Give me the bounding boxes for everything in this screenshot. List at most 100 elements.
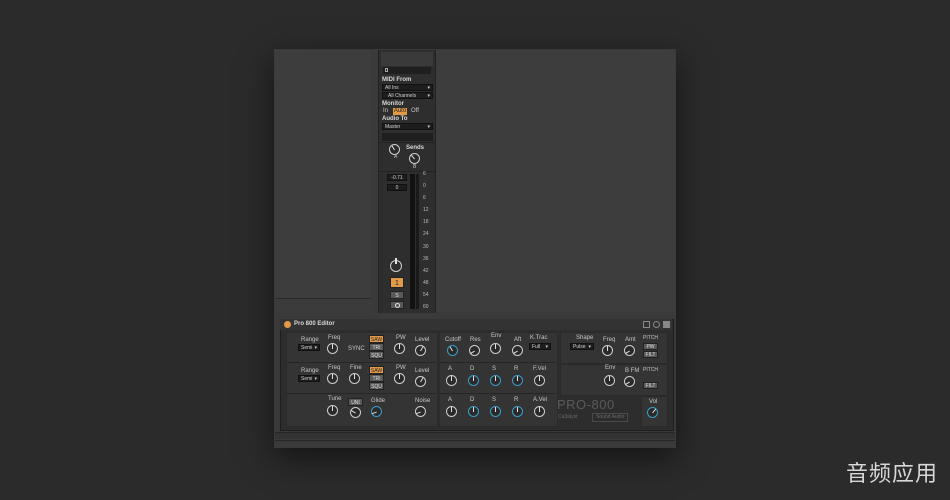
audio-to-label: Audio To <box>382 116 408 122</box>
osc2-saw-button[interactable]: SAW <box>369 366 384 374</box>
clip-slot[interactable] <box>383 67 431 74</box>
osc1-pw-knob[interactable] <box>394 343 405 354</box>
osc2-fine-knob[interactable] <box>349 373 360 384</box>
device-title: Pro 800 Editor <box>294 321 335 327</box>
osc2-pw-knob[interactable] <box>394 373 405 384</box>
amp-env-d-label: D <box>470 397 475 403</box>
device-power-icon[interactable] <box>284 321 291 328</box>
bottom-bar <box>275 432 675 439</box>
amp-env-a-label: A <box>448 397 453 403</box>
ktrac-dropdown[interactable]: Full ▾ <box>529 343 551 350</box>
device-fold-icon[interactable] <box>643 321 650 328</box>
divider <box>379 171 435 172</box>
tune-knob[interactable] <box>327 405 338 416</box>
monitor-label: Monitor <box>382 101 404 107</box>
filter-env-s-knob[interactable] <box>490 375 501 386</box>
amp-env-a-knob[interactable] <box>446 406 457 417</box>
filter-env-r-knob[interactable] <box>512 375 523 386</box>
monitor-in-button[interactable]: In <box>383 108 393 115</box>
lfo-freq-knob[interactable] <box>602 345 613 356</box>
sends-label: Sends <box>406 145 425 151</box>
osc2-level-knob[interactable] <box>415 376 426 387</box>
res-knob[interactable] <box>469 345 480 356</box>
lfo-dest-filt[interactable]: FILT <box>643 351 658 358</box>
filter-env-d-knob[interactable] <box>468 375 479 386</box>
lfo-amt-knob[interactable] <box>624 345 635 356</box>
amp-env-avel-knob[interactable] <box>534 406 545 417</box>
meter-scale-tick: 0 <box>423 183 426 190</box>
lfo-dest-pw[interactable]: PW <box>643 343 658 350</box>
osc1-range-label: Range <box>301 337 319 343</box>
volume-fader[interactable] <box>416 174 419 309</box>
filter-env-knob[interactable] <box>490 343 501 354</box>
vol-label: Vol <box>649 399 658 405</box>
polymod-dest-pitch[interactable]: PITCH <box>643 367 658 374</box>
polymod-bfm-label: B FM <box>625 368 640 374</box>
audio-to-channel-field[interactable] <box>382 133 433 141</box>
audio-to-dropdown[interactable]: Master ▾ <box>382 123 433 130</box>
midi-from-label: MIDI From <box>382 77 412 83</box>
volume-value[interactable]: -0.71 <box>387 174 407 181</box>
osc1-saw-button[interactable]: SAW <box>369 335 384 343</box>
aft-knob[interactable] <box>512 345 523 356</box>
midi-from-dropdown[interactable]: All Ins ▾ <box>382 84 433 91</box>
vol-knob[interactable] <box>647 407 658 418</box>
device-save-icon[interactable] <box>663 321 670 328</box>
osc2-squ-button[interactable]: SQU <box>369 382 384 390</box>
ktrac-label: K.Trac <box>530 335 548 341</box>
brand-logo: PRO-800 <box>557 397 615 412</box>
osc2-level-label: Level <box>415 368 430 374</box>
osc2-tri-button[interactable]: TRI <box>369 374 384 382</box>
osc1-level-knob[interactable] <box>415 345 426 356</box>
osc1-range-dropdown[interactable]: Semi ▾ <box>298 344 320 351</box>
meter-scale-tick: 48 <box>423 279 429 286</box>
osc1-freq-knob[interactable] <box>327 343 338 354</box>
glide-knob[interactable] <box>371 406 382 417</box>
track-header[interactable] <box>381 52 433 66</box>
noise-knob[interactable] <box>415 406 426 417</box>
pan-knob[interactable] <box>390 258 402 272</box>
track-activator-button[interactable]: 1 <box>390 277 404 288</box>
filter-env-fvel-label: F.Vel <box>533 366 547 372</box>
osc2-range-dropdown[interactable]: Semi ▾ <box>298 375 320 382</box>
left-pane-footer <box>275 298 371 313</box>
send-b-label: B <box>413 164 417 170</box>
osc1-sync-button[interactable]: SYNC <box>348 346 365 353</box>
amp-env-s-knob[interactable] <box>490 406 501 417</box>
polymod-dest-filt[interactable]: FILT <box>643 382 658 389</box>
filter-env-fvel-knob[interactable] <box>534 375 545 386</box>
lfo-shape-label: Shape <box>576 335 594 341</box>
cutoff-knob[interactable] <box>447 345 458 356</box>
osc1-freq-label: Freq <box>328 335 341 341</box>
amp-env-r-knob[interactable] <box>512 406 523 417</box>
midi-channel-dropdown[interactable]: All Channels ▾ <box>382 92 433 99</box>
send-b-knob[interactable] <box>409 153 420 164</box>
device-hotswap-icon[interactable] <box>653 321 660 328</box>
stop-clip-icon[interactable] <box>385 68 388 72</box>
osc1-tri-button[interactable]: TRI <box>369 343 384 351</box>
amp-env-d-knob[interactable] <box>468 406 479 417</box>
monitor-auto-button[interactable]: Auto <box>393 108 407 115</box>
filter-env-r-label: R <box>514 366 519 372</box>
unison-knob[interactable] <box>350 407 361 418</box>
record-icon <box>395 303 400 308</box>
filter-env-a-knob[interactable] <box>446 375 457 386</box>
osc2-fine-label: Fine <box>350 365 362 371</box>
pan-value[interactable]: 0 <box>387 184 407 191</box>
osc1-squ-button[interactable]: SQU <box>369 351 384 359</box>
monitor-off-button[interactable]: Off <box>411 108 423 115</box>
solo-button[interactable]: S <box>390 291 404 299</box>
osc2-freq-knob[interactable] <box>327 373 338 384</box>
meter-scale-tick: 24 <box>423 231 429 238</box>
filter-envelope-row: A D S R F.Vel <box>445 366 553 392</box>
osc1-level-label: Level <box>415 337 430 343</box>
amp-env-s-label: S <box>492 397 497 403</box>
arm-button[interactable] <box>390 301 404 309</box>
dropdown-arrow-icon: ▾ <box>427 124 430 130</box>
lfo-shape-dropdown[interactable]: Pulse ▾ <box>570 343 594 350</box>
polymod-env-knob[interactable] <box>604 375 615 386</box>
unison-button[interactable]: UNI <box>348 398 363 406</box>
meter-scale-tick: 36 <box>423 255 429 262</box>
lfo-dest-pitch[interactable]: PITCH <box>643 335 658 342</box>
polymod-bfm-knob[interactable] <box>624 376 635 387</box>
